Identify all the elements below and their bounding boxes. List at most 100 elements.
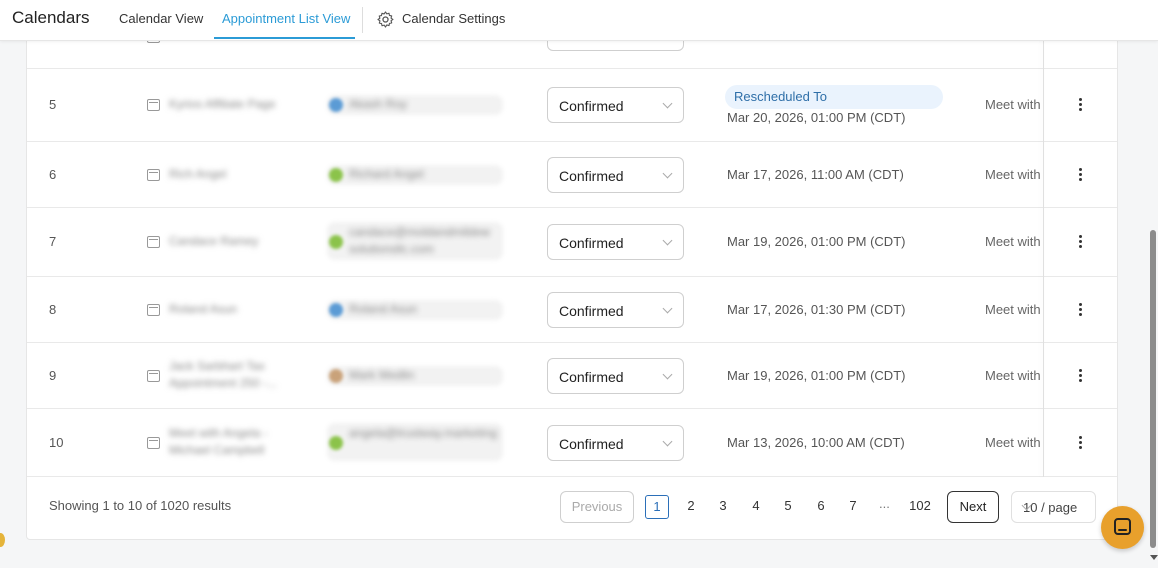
top-header: Calendars Calendar View Appointment List… bbox=[0, 0, 1158, 41]
more-options-icon[interactable] bbox=[1079, 303, 1083, 317]
scroll-down-arrow-icon[interactable] bbox=[1150, 555, 1158, 560]
calendar-name: Roland Asun bbox=[169, 302, 238, 316]
header-divider bbox=[362, 7, 363, 33]
active-tab-indicator bbox=[214, 37, 355, 39]
status-value: Confirmed bbox=[559, 235, 624, 251]
page-1[interactable]: 1 bbox=[645, 495, 669, 519]
meeting-title: Meet with bbox=[985, 302, 1041, 317]
rescheduled-label: Rescheduled To bbox=[734, 89, 827, 104]
calendar-icon bbox=[147, 236, 160, 248]
meeting-title: Meet with bbox=[985, 368, 1041, 383]
page-last[interactable]: 102 bbox=[907, 498, 933, 513]
status-value: Confirmed bbox=[559, 98, 624, 114]
chevron-down-icon bbox=[662, 436, 673, 447]
chat-icon bbox=[1114, 518, 1131, 535]
status-select[interactable]: Confirmed bbox=[547, 425, 684, 461]
row-number: 8 bbox=[49, 302, 57, 317]
results-summary: Showing 1 to 10 of 1020 results bbox=[49, 498, 232, 513]
table-row[interactable]: 6 Rich Angel Richard Angel Confirmed Mar… bbox=[27, 142, 1117, 208]
status-value: Confirmed bbox=[559, 436, 624, 452]
contact-name[interactable]: Roland Asun bbox=[349, 301, 499, 318]
more-options-icon[interactable] bbox=[1079, 235, 1083, 249]
status-select[interactable]: Confirmed bbox=[547, 292, 684, 328]
contact-name[interactable]: Mark Medlin bbox=[349, 367, 499, 384]
page-3[interactable]: 3 bbox=[718, 498, 728, 513]
table-row[interactable]: 10 Meet with Angela - Michael Campbell a… bbox=[27, 409, 1117, 477]
contact-name[interactable]: Akash Roy bbox=[349, 96, 499, 113]
avatar bbox=[329, 369, 343, 383]
chevron-down-icon bbox=[662, 235, 673, 246]
page-2[interactable]: 2 bbox=[686, 498, 696, 513]
table-row[interactable]: 5 Kyrios Affiliate Page Akash Roy Confir… bbox=[27, 69, 1117, 142]
avatar bbox=[329, 436, 343, 450]
status-value: Confirmed bbox=[559, 369, 624, 385]
page-4[interactable]: 4 bbox=[751, 498, 761, 513]
chat-widget-button[interactable] bbox=[1101, 506, 1144, 549]
calendar-icon bbox=[147, 304, 160, 316]
page-size-value: 10 / page bbox=[1023, 500, 1078, 515]
tab-calendar-view[interactable]: Calendar View bbox=[119, 11, 203, 26]
sticky-column-divider bbox=[1043, 1, 1044, 477]
rescheduled-badge: Rescheduled To bbox=[725, 85, 943, 109]
table-row[interactable]: 9 Jack Sarbhart Tax Appointment 250 -...… bbox=[27, 343, 1117, 409]
page-7[interactable]: 7 bbox=[848, 498, 858, 513]
appointment-date: Mar 17, 2026, 11:00 AM (CDT) bbox=[727, 167, 904, 182]
more-options-icon[interactable] bbox=[1079, 168, 1083, 182]
gear-icon[interactable] bbox=[376, 10, 395, 29]
chevron-down-icon bbox=[662, 369, 673, 380]
row-number: 6 bbox=[49, 167, 57, 182]
row-number: 7 bbox=[49, 234, 57, 249]
meeting-title: Meet with bbox=[985, 435, 1041, 450]
calendar-name: Candace Ramey bbox=[169, 234, 259, 248]
avatar bbox=[329, 168, 343, 182]
table-row[interactable]: 7 Candace Ramey candace@moldandmildew so… bbox=[27, 208, 1117, 277]
avatar bbox=[329, 98, 343, 112]
side-indicator bbox=[0, 533, 5, 547]
more-options-icon[interactable] bbox=[1079, 436, 1083, 450]
status-select[interactable]: Confirmed bbox=[547, 358, 684, 394]
appointment-date: Mar 13, 2026, 10:00 AM (CDT) bbox=[727, 435, 905, 450]
calendar-name: Meet with Angela - Michael Campbell bbox=[169, 426, 268, 457]
calendar-icon bbox=[147, 169, 160, 181]
status-value: Confirmed bbox=[559, 168, 624, 184]
calendar-icon bbox=[147, 437, 160, 449]
status-value: Confirmed bbox=[559, 303, 624, 319]
calendar-icon bbox=[147, 99, 160, 111]
tab-appointment-list-view[interactable]: Appointment List View bbox=[222, 11, 350, 26]
tab-calendar-settings[interactable]: Calendar Settings bbox=[402, 11, 505, 26]
appointment-date: Mar 19, 2026, 01:00 PM (CDT) bbox=[727, 234, 906, 249]
meeting-title: Meet with bbox=[985, 167, 1041, 182]
avatar bbox=[329, 303, 343, 317]
chevron-down-icon bbox=[662, 98, 673, 109]
page-title: Calendars bbox=[12, 8, 90, 27]
status-select[interactable]: Confirmed bbox=[547, 224, 684, 260]
row-number: 5 bbox=[49, 97, 57, 112]
status-select[interactable]: Confirmed bbox=[547, 87, 684, 123]
vertical-scrollbar[interactable] bbox=[1150, 230, 1156, 548]
calendar-name: Kyrios Affiliate Page bbox=[169, 97, 276, 111]
calendar-icon bbox=[147, 370, 160, 382]
more-options-icon[interactable] bbox=[1079, 98, 1083, 112]
row-number: 9 bbox=[49, 368, 57, 383]
next-page-button[interactable]: Next bbox=[947, 491, 999, 523]
contact-name[interactable]: angela@trustway.marketing bbox=[349, 425, 499, 442]
meeting-title: Meet with bbox=[985, 234, 1041, 249]
pagination-ellipsis[interactable]: ... bbox=[879, 496, 890, 511]
appointment-date: Mar 19, 2026, 01:00 PM (CDT) bbox=[727, 368, 906, 383]
meeting-title: Meet with bbox=[985, 97, 1041, 112]
status-select[interactable]: Confirmed bbox=[547, 157, 684, 193]
page-size-select[interactable]: 10 / page bbox=[1011, 491, 1096, 523]
contact-name[interactable]: candace@moldandmildew solutionsllc.com bbox=[349, 224, 499, 258]
chevron-down-icon bbox=[662, 303, 673, 314]
calendar-name: Jack Sarbhart Tax Appointment 250 -... bbox=[169, 359, 278, 390]
page-6[interactable]: 6 bbox=[816, 498, 826, 513]
table-row[interactable]: 8 Roland Asun Roland Asun Confirmed Mar … bbox=[27, 277, 1117, 343]
more-options-icon[interactable] bbox=[1079, 369, 1083, 383]
page-5[interactable]: 5 bbox=[783, 498, 793, 513]
contact-name[interactable]: Richard Angel bbox=[349, 166, 499, 183]
previous-page-button[interactable]: Previous bbox=[560, 491, 634, 523]
appointment-date: Mar 17, 2026, 01:30 PM (CDT) bbox=[727, 302, 906, 317]
appointments-table-card: 5 Kyrios Affiliate Page Akash Roy Confir… bbox=[26, 0, 1118, 540]
avatar bbox=[329, 235, 343, 249]
calendar-name: Rich Angel bbox=[169, 167, 227, 181]
